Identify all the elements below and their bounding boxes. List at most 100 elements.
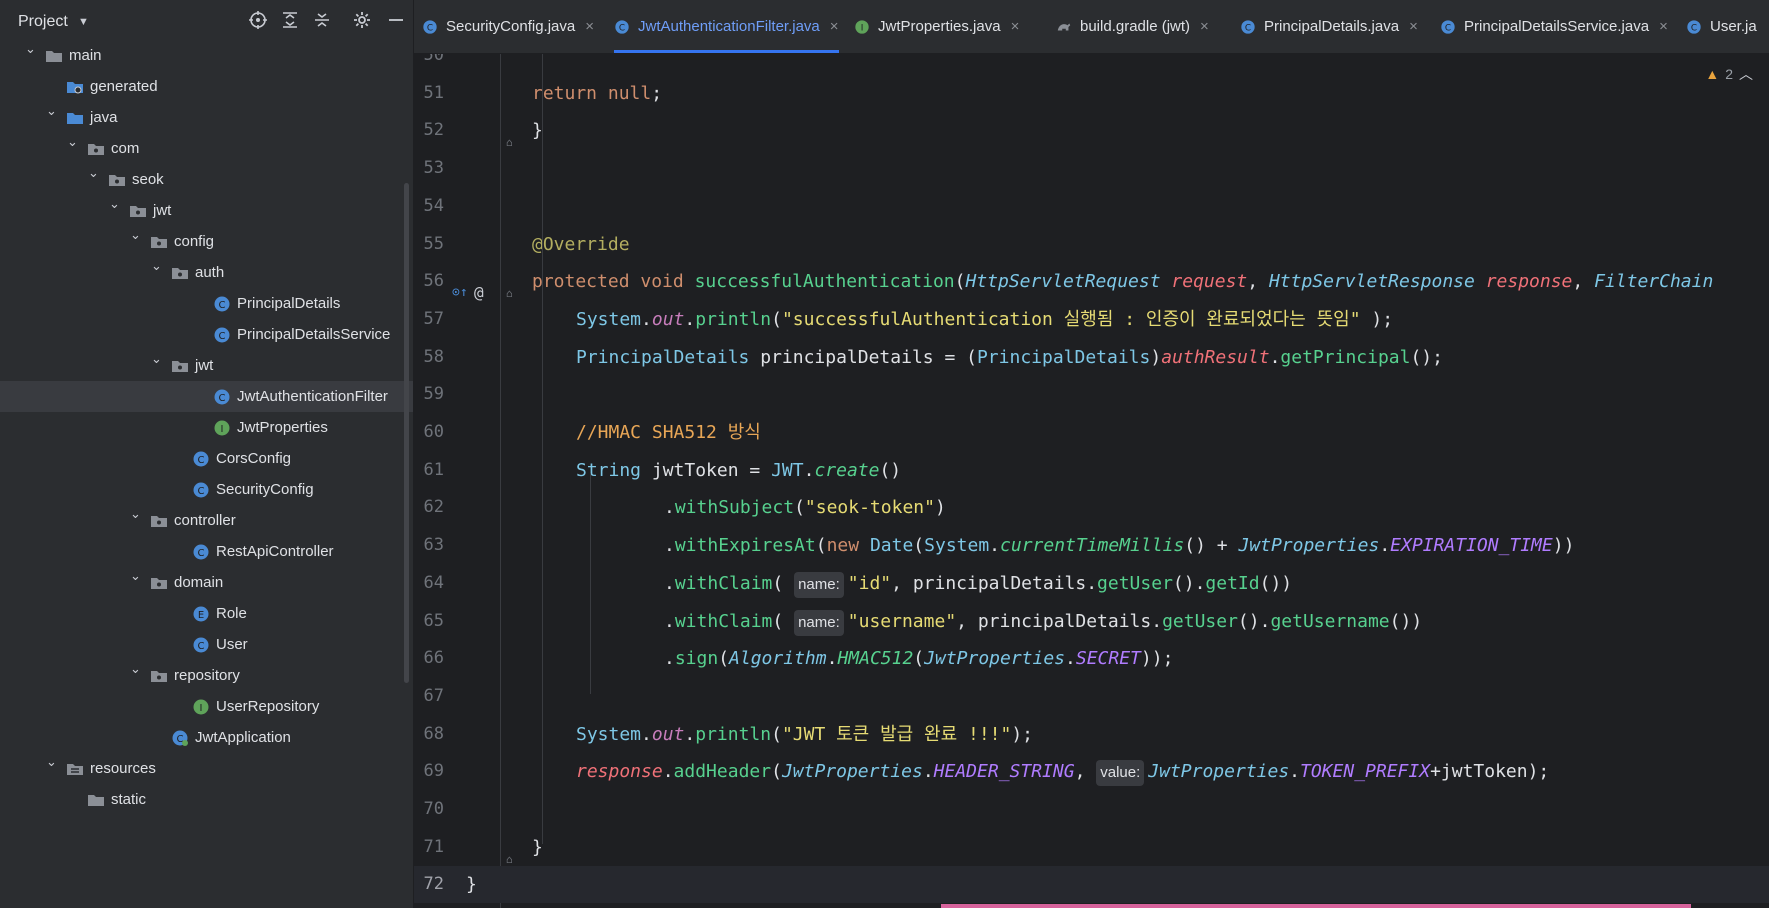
code-token: jwtToken = (641, 459, 772, 481)
editor-tab[interactable]: build.gradle (jwt) × (1056, 0, 1209, 53)
code-token: println (695, 723, 772, 745)
tree-item[interactable]: C RestApiController (0, 536, 413, 567)
chevron-down-icon[interactable]: ⌄ (25, 41, 36, 57)
code-line[interactable]: 50 (414, 54, 1769, 74)
warnings-indicator[interactable]: ▲ 2 ︿ (1705, 64, 1753, 84)
code-token: ); (1360, 308, 1394, 330)
code-line[interactable]: 69 response.addHeader(JwtProperties.HEADE… (414, 753, 1769, 790)
close-icon[interactable]: × (1659, 18, 1668, 35)
close-icon[interactable]: × (1409, 18, 1418, 35)
fold-icon[interactable]: ⌂ (506, 124, 518, 149)
svg-text:I: I (861, 23, 864, 33)
code-line[interactable]: 64 .withClaim( name: "id", principalDetail… (414, 565, 1769, 602)
tree-item[interactable]: generated (0, 71, 413, 102)
editor-tab[interactable]: I JwtProperties.java × (854, 0, 1019, 53)
folder-icon (45, 47, 63, 65)
tree-item[interactable]: ⌄ main (0, 40, 413, 71)
fold-icon[interactable]: ⌂ (506, 841, 518, 866)
tree-item[interactable]: C CorsConfig (0, 443, 413, 474)
code-line[interactable]: 54 (414, 188, 1769, 225)
tree-item[interactable]: ⌄ jwt (0, 195, 413, 226)
chevron-down-icon[interactable]: ▼ (78, 16, 89, 28)
editor-tab[interactable]: C JwtAuthenticationFilter.java × (614, 0, 839, 53)
tree-item[interactable]: C SecurityConfig (0, 474, 413, 505)
minimize-icon[interactable] (386, 10, 408, 32)
tree-item[interactable]: C User (0, 629, 413, 660)
chevron-down-icon[interactable]: ⌄ (151, 258, 162, 274)
fold-icon[interactable]: ⌂ (506, 275, 518, 300)
editor-tab[interactable]: C SecurityConfig.java × (422, 0, 594, 53)
chevron-down-icon[interactable]: ⌄ (130, 568, 141, 584)
code-line[interactable]: 60 //HMAC SHA512 방식 (414, 414, 1769, 451)
chevron-down-icon[interactable]: ⌄ (67, 134, 78, 150)
close-icon[interactable]: × (830, 18, 839, 35)
tree-item[interactable]: ⌄ java (0, 102, 413, 133)
horizontal-scrollbar[interactable] (941, 904, 1691, 908)
locate-icon[interactable] (248, 10, 270, 32)
collapse-all-icon[interactable] (312, 10, 334, 32)
code-line[interactable]: 61 String jwtToken = JWT.create() (414, 452, 1769, 489)
chevron-down-icon[interactable]: ⌄ (88, 165, 99, 181)
scrollbar[interactable] (404, 183, 409, 683)
tree-item[interactable]: ⌄ domain (0, 567, 413, 598)
code-line[interactable]: 58 PrincipalDetails principalDetails = (P… (414, 339, 1769, 376)
code-line[interactable]: 57 System.out.println("successfulAuthenti… (414, 301, 1769, 338)
editor-tab[interactable]: C PrincipalDetailsService.java × (1440, 0, 1668, 53)
package-icon (150, 574, 168, 592)
tree-item[interactable]: ⌄ seok (0, 164, 413, 195)
project-panel-title[interactable]: Project (18, 13, 68, 31)
code-line[interactable]: 71} ⌂ (414, 829, 1769, 866)
close-icon[interactable]: × (585, 18, 594, 35)
tree-item[interactable]: E Role (0, 598, 413, 629)
code-line[interactable]: 72} (414, 866, 1769, 904)
tree-item[interactable]: ⌄ repository (0, 660, 413, 691)
chevron-down-icon[interactable]: ⌄ (46, 103, 57, 119)
tree-item[interactable]: ⌄ config (0, 226, 413, 257)
chevron-down-icon[interactable]: ⌄ (109, 196, 120, 212)
chevron-down-icon[interactable]: ⌄ (130, 506, 141, 522)
tree-item[interactable]: ⌄ resources (0, 753, 413, 784)
editor-tab[interactable]: C PrincipalDetails.java × (1240, 0, 1418, 53)
tree-item[interactable]: ⌄ com (0, 133, 413, 164)
tree-item[interactable]: ⌄ jwt (0, 350, 413, 381)
code-token: ; (651, 82, 663, 104)
code-line[interactable]: 70 (414, 791, 1769, 828)
gradle-icon (1056, 19, 1072, 35)
code-line[interactable]: 59 (414, 376, 1769, 413)
chevron-down-icon[interactable]: ⌄ (130, 661, 141, 677)
close-icon[interactable]: × (1200, 18, 1209, 35)
code-line[interactable]: 67 (414, 678, 1769, 715)
code-editor[interactable]: 50 51 return null; 52} ⌂ 53 54 55 @Override 56 pro… (414, 54, 1769, 908)
tree-item[interactable]: C JwtApplication (0, 722, 413, 753)
tree-item[interactable]: static (0, 784, 413, 815)
tree-item[interactable]: C PrincipalDetailsService (0, 319, 413, 350)
expand-all-icon[interactable] (280, 10, 302, 32)
tree-item[interactable]: I UserRepository (0, 691, 413, 722)
gear-icon[interactable] (352, 10, 374, 32)
code-text: System.out.println("JWT 토큰 발급 완료 !!!"); (576, 716, 1033, 753)
code-line[interactable]: 55 @Override (414, 226, 1769, 263)
code-token: out (651, 308, 685, 330)
code-line[interactable]: 66 .sign(Algorithm.HMAC512(JwtProperties.… (414, 640, 1769, 677)
chevron-down-icon[interactable]: ⌄ (130, 227, 141, 243)
chevron-up-icon[interactable]: ︿ (1739, 64, 1753, 84)
code-line[interactable]: 53 (414, 150, 1769, 187)
tree-item[interactable]: ⌄ controller (0, 505, 413, 536)
code-line[interactable]: 52} ⌂ (414, 112, 1769, 149)
code-line[interactable]: 68 System.out.println("JWT 토큰 발급 완료 !!!")… (414, 716, 1769, 753)
code-line[interactable]: 62 .withSubject("seok-token") (414, 489, 1769, 526)
code-line[interactable]: 63 .withExpiresAt(new Date(System.current… (414, 527, 1769, 564)
close-icon[interactable]: × (1011, 18, 1020, 35)
chevron-down-icon[interactable]: ⌄ (46, 754, 57, 770)
code-line[interactable]: 51 return null; (414, 75, 1769, 112)
tab-label: User.ja (1710, 18, 1757, 35)
tree-item[interactable]: C PrincipalDetails (0, 288, 413, 319)
tree-item-label: repository (174, 667, 240, 684)
tree-item[interactable]: I JwtProperties (0, 412, 413, 443)
tree-item[interactable]: C JwtAuthenticationFilter (0, 381, 413, 412)
code-line[interactable]: 65 .withClaim( name: "username", principal… (414, 603, 1769, 640)
tree-item[interactable]: ⌄ auth (0, 257, 413, 288)
editor-tab[interactable]: C User.ja (1686, 0, 1757, 53)
chevron-down-icon[interactable]: ⌄ (151, 351, 162, 367)
code-line[interactable]: 56 protected void successfulAuthenticatio… (414, 263, 1769, 302)
